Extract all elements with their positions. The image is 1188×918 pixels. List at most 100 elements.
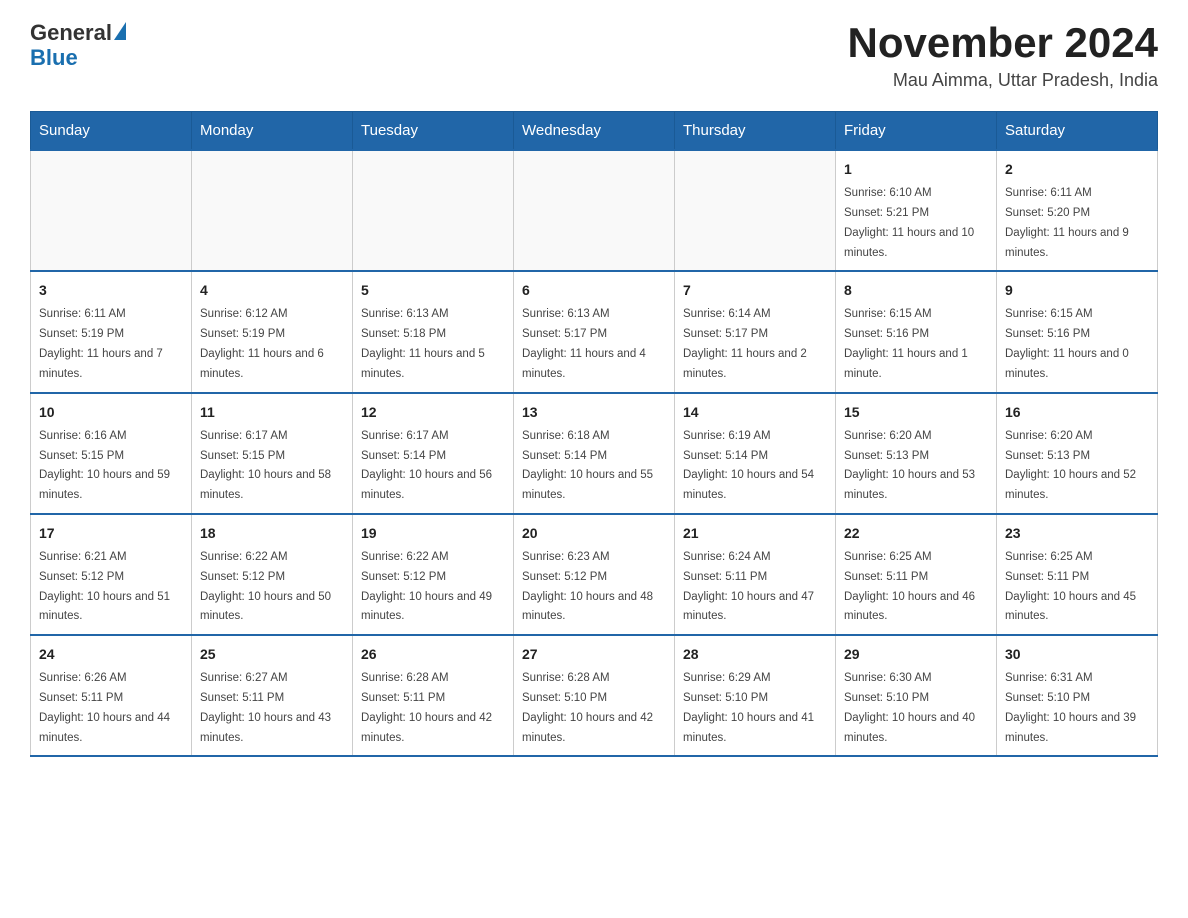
day-info: Sunrise: 6:16 AM Sunset: 5:15 PM Dayligh… [39,430,170,501]
calendar-day-cell: 3Sunrise: 6:11 AM Sunset: 5:19 PM Daylig… [31,271,192,392]
calendar-day-cell: 20 Sunrise: 6:23 AM Sunset: 5:12 PM Dayli… [514,514,675,635]
calendar-week-row: 10 Sunrise: 6:16 AM Sunset: 5:15 PM Dayli… [31,393,1158,514]
day-info: Sunrise: 6:22 AM Sunset: 5:12 PM Dayligh… [200,551,331,622]
day-number: 12 [361,402,505,423]
calendar-table: SundayMondayTuesdayWednesdayThursdayFrid… [30,111,1158,757]
day-number: 30 [1005,644,1149,665]
calendar-day-cell: 18 Sunrise: 6:22 AM Sunset: 5:12 PM Dayli… [192,514,353,635]
day-number: 10 [39,402,183,423]
page-header: General Blue November 2024 Mau Aimma, Ut… [30,20,1158,91]
day-info: Sunrise: 6:13 AM Sunset: 5:17 PM Dayligh… [522,308,646,379]
day-of-week-header: Tuesday [353,112,514,151]
day-number: 20 [522,523,666,544]
day-number: 8 [844,280,988,301]
day-info: Sunrise: 6:23 AM Sunset: 5:12 PM Dayligh… [522,551,653,622]
day-info: Sunrise: 6:13 AM Sunset: 5:18 PM Dayligh… [361,308,485,379]
location-subtitle: Mau Aimma, Uttar Pradesh, India [847,70,1158,91]
day-number: 13 [522,402,666,423]
day-number: 3 [39,280,183,301]
day-info: Sunrise: 6:10 AM Sunset: 5:21 PM Dayligh… [844,187,974,258]
day-info: Sunrise: 6:21 AM Sunset: 5:12 PM Dayligh… [39,551,170,622]
day-info: Sunrise: 6:31 AM Sunset: 5:10 PM Dayligh… [1005,672,1136,743]
day-of-week-header: Wednesday [514,112,675,151]
calendar-day-cell: 26 Sunrise: 6:28 AM Sunset: 5:11 PM Dayli… [353,635,514,756]
day-info: Sunrise: 6:18 AM Sunset: 5:14 PM Dayligh… [522,430,653,501]
day-number: 16 [1005,402,1149,423]
calendar-week-row: 17 Sunrise: 6:21 AM Sunset: 5:12 PM Dayli… [31,514,1158,635]
day-number: 1 [844,159,988,180]
day-info: Sunrise: 6:28 AM Sunset: 5:11 PM Dayligh… [361,672,492,743]
day-number: 21 [683,523,827,544]
day-of-week-header: Saturday [997,112,1158,151]
day-number: 19 [361,523,505,544]
calendar-day-cell: 13 Sunrise: 6:18 AM Sunset: 5:14 PM Dayli… [514,393,675,514]
calendar-day-cell: 6 Sunrise: 6:13 AM Sunset: 5:17 PM Daylig… [514,271,675,392]
day-number: 9 [1005,280,1149,301]
title-area: November 2024 Mau Aimma, Uttar Pradesh, … [847,20,1158,91]
calendar-day-cell: 22 Sunrise: 6:25 AM Sunset: 5:11 PM Dayli… [836,514,997,635]
calendar-day-cell [514,150,675,271]
calendar-week-row: 1 Sunrise: 6:10 AM Sunset: 5:21 PM Daylig… [31,150,1158,271]
day-info: Sunrise: 6:22 AM Sunset: 5:12 PM Dayligh… [361,551,492,622]
day-number: 7 [683,280,827,301]
day-number: 25 [200,644,344,665]
calendar-day-cell: 21 Sunrise: 6:24 AM Sunset: 5:11 PM Dayli… [675,514,836,635]
day-info: Sunrise: 6:17 AM Sunset: 5:15 PM Dayligh… [200,430,331,501]
calendar-header-row: SundayMondayTuesdayWednesdayThursdayFrid… [31,112,1158,151]
logo-arrow-icon [114,22,126,40]
day-of-week-header: Friday [836,112,997,151]
calendar-day-cell: 12 Sunrise: 6:17 AM Sunset: 5:14 PM Dayli… [353,393,514,514]
day-info: Sunrise: 6:20 AM Sunset: 5:13 PM Dayligh… [1005,430,1136,501]
day-of-week-header: Thursday [675,112,836,151]
day-of-week-header: Sunday [31,112,192,151]
calendar-day-cell: 17 Sunrise: 6:21 AM Sunset: 5:12 PM Dayli… [31,514,192,635]
calendar-day-cell: 4Sunrise: 6:12 AM Sunset: 5:19 PM Daylig… [192,271,353,392]
day-number: 2 [1005,159,1149,180]
day-number: 26 [361,644,505,665]
calendar-day-cell: 7 Sunrise: 6:14 AM Sunset: 5:17 PM Daylig… [675,271,836,392]
day-number: 28 [683,644,827,665]
calendar-day-cell: 24Sunrise: 6:26 AM Sunset: 5:11 PM Dayli… [31,635,192,756]
day-info: Sunrise: 6:12 AM Sunset: 5:19 PM Dayligh… [200,308,324,379]
day-number: 14 [683,402,827,423]
calendar-day-cell: 29 Sunrise: 6:30 AM Sunset: 5:10 PM Dayli… [836,635,997,756]
logo: General Blue [30,20,126,71]
calendar-week-row: 3Sunrise: 6:11 AM Sunset: 5:19 PM Daylig… [31,271,1158,392]
day-of-week-header: Monday [192,112,353,151]
month-title: November 2024 [847,20,1158,66]
day-number: 22 [844,523,988,544]
calendar-week-row: 24Sunrise: 6:26 AM Sunset: 5:11 PM Dayli… [31,635,1158,756]
day-number: 23 [1005,523,1149,544]
day-number: 18 [200,523,344,544]
calendar-day-cell: 10 Sunrise: 6:16 AM Sunset: 5:15 PM Dayli… [31,393,192,514]
calendar-day-cell: 2 Sunrise: 6:11 AM Sunset: 5:20 PM Daylig… [997,150,1158,271]
calendar-day-cell: 11Sunrise: 6:17 AM Sunset: 5:15 PM Dayli… [192,393,353,514]
day-info: Sunrise: 6:15 AM Sunset: 5:16 PM Dayligh… [1005,308,1129,379]
day-info: Sunrise: 6:17 AM Sunset: 5:14 PM Dayligh… [361,430,492,501]
day-info: Sunrise: 6:11 AM Sunset: 5:20 PM Dayligh… [1005,187,1129,258]
day-number: 17 [39,523,183,544]
calendar-day-cell [675,150,836,271]
calendar-day-cell: 27Sunrise: 6:28 AM Sunset: 5:10 PM Dayli… [514,635,675,756]
calendar-day-cell: 1 Sunrise: 6:10 AM Sunset: 5:21 PM Daylig… [836,150,997,271]
calendar-day-cell: 28Sunrise: 6:29 AM Sunset: 5:10 PM Dayli… [675,635,836,756]
logo-blue-text: Blue [30,45,126,70]
calendar-day-cell [31,150,192,271]
calendar-day-cell: 9 Sunrise: 6:15 AM Sunset: 5:16 PM Daylig… [997,271,1158,392]
calendar-day-cell: 30 Sunrise: 6:31 AM Sunset: 5:10 PM Dayli… [997,635,1158,756]
day-info: Sunrise: 6:24 AM Sunset: 5:11 PM Dayligh… [683,551,814,622]
day-info: Sunrise: 6:25 AM Sunset: 5:11 PM Dayligh… [1005,551,1136,622]
calendar-day-cell: 15Sunrise: 6:20 AM Sunset: 5:13 PM Dayli… [836,393,997,514]
day-number: 15 [844,402,988,423]
calendar-day-cell [192,150,353,271]
day-number: 24 [39,644,183,665]
day-number: 27 [522,644,666,665]
day-info: Sunrise: 6:15 AM Sunset: 5:16 PM Dayligh… [844,308,968,379]
day-info: Sunrise: 6:14 AM Sunset: 5:17 PM Dayligh… [683,308,807,379]
calendar-day-cell: 16 Sunrise: 6:20 AM Sunset: 5:13 PM Dayli… [997,393,1158,514]
day-info: Sunrise: 6:30 AM Sunset: 5:10 PM Dayligh… [844,672,975,743]
day-info: Sunrise: 6:25 AM Sunset: 5:11 PM Dayligh… [844,551,975,622]
day-number: 29 [844,644,988,665]
day-number: 6 [522,280,666,301]
calendar-day-cell: 19 Sunrise: 6:22 AM Sunset: 5:12 PM Dayli… [353,514,514,635]
